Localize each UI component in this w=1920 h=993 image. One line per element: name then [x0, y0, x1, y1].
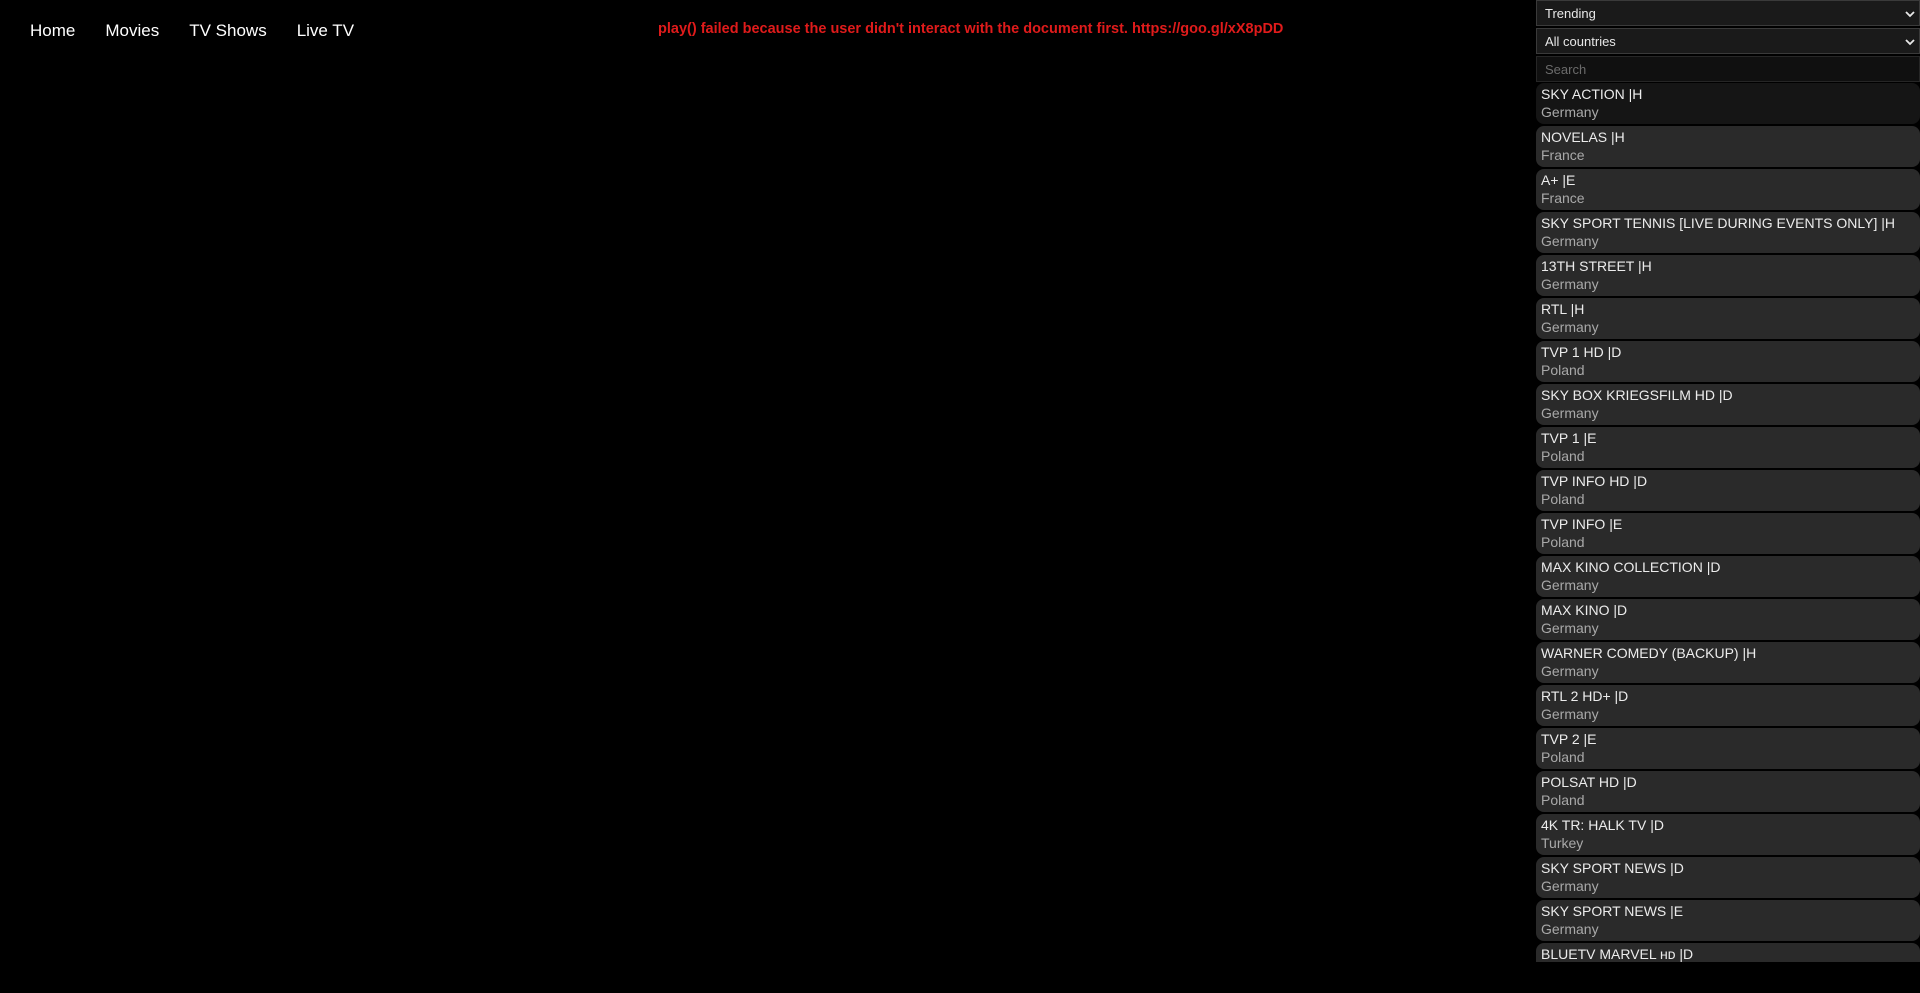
channel-list: SKY ACTION |H Germany NOVELAS |H France A+ |… [1536, 83, 1920, 962]
channel-country: Poland [1541, 491, 1585, 507]
channel-country: Poland [1541, 749, 1585, 765]
channel-name: RTL |H [1541, 301, 1585, 317]
channel-country: Germany [1541, 319, 1599, 335]
nav-movies-link[interactable]: Movies [105, 21, 159, 41]
channel-item[interactable]: SKY BOX KRIEGSFILM HD |D Germany [1536, 384, 1920, 425]
channel-name: MAX KINO |D [1541, 602, 1628, 618]
channel-item[interactable]: MAX KINO COLLECTION |D Germany [1536, 556, 1920, 597]
channel-item[interactable]: TVP INFO |E Poland [1536, 513, 1920, 554]
channel-name: WARNER COMEDY (BACKUP) |H [1541, 645, 1757, 661]
channel-country: France [1541, 190, 1585, 206]
channel-sidebar: Trending All countries SKY ACTION |H Germ… [1536, 0, 1920, 962]
channel-item[interactable]: TVP INFO HD |D Poland [1536, 470, 1920, 511]
channel-item[interactable]: POLSAT HD |D Poland [1536, 771, 1920, 812]
channel-item[interactable]: SKY SPORT NEWS |E Germany [1536, 900, 1920, 941]
nav-home-link[interactable]: Home [30, 21, 75, 41]
channel-name: RTL 2 HD+ |D [1541, 688, 1629, 704]
channel-country: Germany [1541, 620, 1599, 636]
channel-item[interactable]: TVP 2 |E Poland [1536, 728, 1920, 769]
channel-name: SKY SPORT NEWS |E [1541, 903, 1684, 919]
channel-name: SKY SPORT NEWS |D [1541, 860, 1684, 876]
channel-name: MAX KINO COLLECTION |D [1541, 559, 1721, 575]
channel-name: TVP 1 |E [1541, 430, 1597, 446]
channel-item[interactable]: RTL |H Germany [1536, 298, 1920, 339]
channel-country: Germany [1541, 233, 1599, 249]
channel-name: SKY BOX KRIEGSFILM HD |D [1541, 387, 1733, 403]
channel-country: Germany [1541, 405, 1599, 421]
channel-name: BLUETV MARVEL ʜᴅ |D [1541, 946, 1694, 962]
channel-name: TVP INFO HD |D [1541, 473, 1648, 489]
channel-item[interactable]: TVP 1 HD |D Poland [1536, 341, 1920, 382]
channel-country: Germany [1541, 577, 1599, 593]
channel-country: Poland [1541, 792, 1585, 808]
channel-country: Germany [1541, 921, 1599, 937]
channel-item[interactable]: MAX KINO |D Germany [1536, 599, 1920, 640]
channel-item[interactable]: 4K TR: HALK TV |D Turkey [1536, 814, 1920, 855]
chevron-down-icon [1903, 29, 1917, 55]
playback-error-message: play() failed because the user didn't in… [658, 21, 1284, 37]
nav-live-tv-link[interactable]: Live TV [297, 21, 354, 41]
channel-name: TVP 2 |E [1541, 731, 1597, 747]
country-select-value: All countries [1545, 34, 1616, 49]
channel-country: Turkey [1541, 835, 1584, 851]
main-nav: Home Movies TV Shows Live TV [0, 0, 384, 62]
channel-country: Germany [1541, 878, 1599, 894]
channel-name: SKY ACTION |H [1541, 86, 1643, 102]
channel-item[interactable]: RTL 2 HD+ |D Germany [1536, 685, 1920, 726]
channel-item[interactable]: SKY ACTION |H Germany [1536, 83, 1920, 124]
channel-country: Poland [1541, 448, 1585, 464]
channel-item[interactable]: 13TH STREET |H Germany [1536, 255, 1920, 296]
channel-country: Germany [1541, 104, 1599, 120]
channel-name: NOVELAS |H [1541, 129, 1625, 145]
nav-tv-shows-link[interactable]: TV Shows [189, 21, 266, 41]
sort-select-value: Trending [1545, 6, 1596, 21]
channel-country: France [1541, 147, 1585, 163]
channel-name: 4K TR: HALK TV |D [1541, 817, 1664, 833]
channel-country: Germany [1541, 706, 1599, 722]
chevron-down-icon [1903, 1, 1917, 27]
channel-item[interactable]: SKY SPORT TENNIS [LIVE DURING EVENTS ONL… [1536, 212, 1920, 253]
channel-item[interactable]: NOVELAS |H France [1536, 126, 1920, 167]
channel-search-input[interactable] [1536, 56, 1920, 82]
channel-name: TVP INFO |E [1541, 516, 1623, 532]
channel-name: A+ |E [1541, 172, 1576, 188]
channel-item[interactable]: TVP 1 |E Poland [1536, 427, 1920, 468]
channel-name: TVP 1 HD |D [1541, 344, 1622, 360]
channel-name: POLSAT HD |D [1541, 774, 1637, 790]
channel-item[interactable]: WARNER COMEDY (BACKUP) |H Germany [1536, 642, 1920, 683]
channel-name: 13TH STREET |H [1541, 258, 1652, 274]
channel-name: SKY SPORT TENNIS [LIVE DURING EVENTS ONL… [1541, 215, 1895, 231]
channel-country: Germany [1541, 276, 1599, 292]
country-select[interactable]: All countries [1536, 28, 1920, 54]
channel-country: Germany [1541, 663, 1599, 679]
channel-item[interactable]: SKY SPORT NEWS |D Germany [1536, 857, 1920, 898]
channel-item[interactable]: A+ |E France [1536, 169, 1920, 210]
sort-select[interactable]: Trending [1536, 0, 1920, 26]
channel-item[interactable]: BLUETV MARVEL ʜᴅ |D [1536, 943, 1920, 962]
channel-country: Poland [1541, 362, 1585, 378]
channel-country: Poland [1541, 534, 1585, 550]
